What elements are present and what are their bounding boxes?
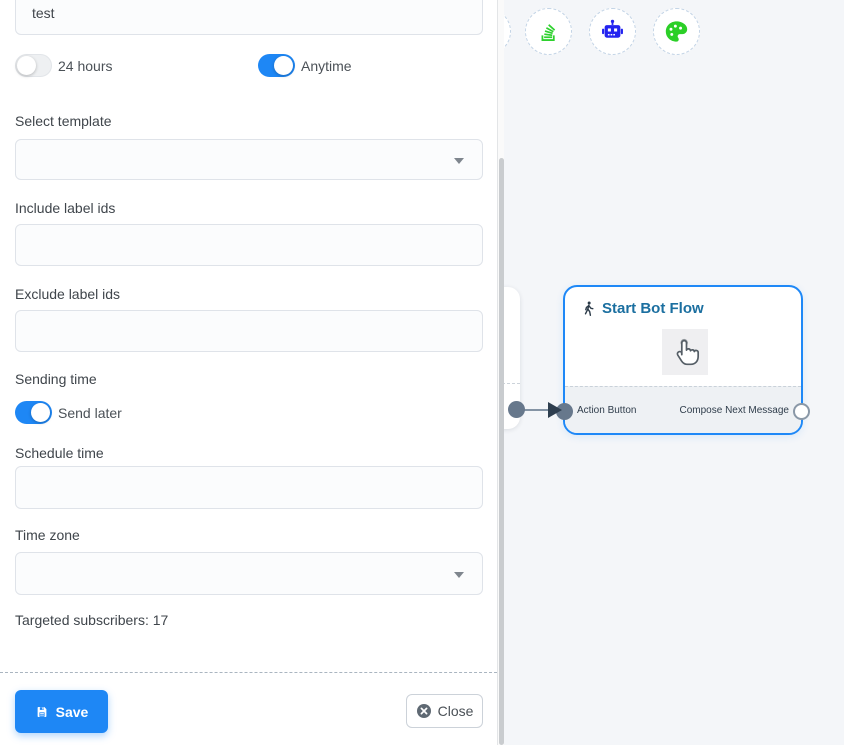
send-later-toggle[interactable] xyxy=(15,401,52,424)
node-header: Start Bot Flow xyxy=(565,287,801,317)
circle-x-icon xyxy=(416,703,432,719)
schedule-time-label: Schedule time xyxy=(15,445,104,461)
schedule-time-input[interactable] xyxy=(15,466,483,509)
include-label-ids-label: Include label ids xyxy=(15,200,115,216)
chevron-down-icon xyxy=(454,158,464,164)
output-port[interactable] xyxy=(793,403,810,420)
connection-arrowhead xyxy=(548,402,562,418)
save-button[interactable]: Save xyxy=(15,690,108,733)
compose-next-message-port-label: Compose Next Message xyxy=(680,405,790,416)
toolbar-stack-overflow-button[interactable] xyxy=(525,8,572,55)
floppy-disk-icon xyxy=(35,705,49,719)
24-hours-label: 24 hours xyxy=(58,58,112,74)
exclude-label-ids-label: Exclude label ids xyxy=(15,286,120,302)
broadcast-name-input[interactable] xyxy=(15,0,483,35)
node-footer: Action Button Compose Next Message xyxy=(565,386,801,433)
flow-canvas[interactable]: Start Bot Flow Action Button Compose Nex… xyxy=(504,0,844,745)
panel-scrollbar[interactable] xyxy=(497,0,504,745)
chevron-down-icon xyxy=(454,572,464,578)
targeted-subscribers-text: Targeted subscribers: 17 xyxy=(15,612,168,628)
person-walking-icon xyxy=(581,301,596,317)
node-title: Start Bot Flow xyxy=(602,300,704,317)
select-template-dropdown[interactable] xyxy=(15,139,483,180)
toolbar-circle-hidden[interactable] xyxy=(504,8,511,55)
anytime-toggle[interactable] xyxy=(258,54,295,77)
24-hours-toggle[interactable] xyxy=(15,54,52,77)
anytime-label: Anytime xyxy=(301,58,352,74)
palette-icon xyxy=(663,18,690,45)
broadcast-settings-panel: 24 hours Anytime Select template Include… xyxy=(0,0,497,745)
toggle-knob xyxy=(31,403,50,422)
time-zone-label: Time zone xyxy=(15,527,80,543)
robot-icon xyxy=(599,18,626,45)
sending-time-label: Sending time xyxy=(15,371,97,387)
app-root: 24 hours Anytime Select template Include… xyxy=(0,0,844,745)
toolbar-bot-button[interactable] xyxy=(589,8,636,55)
save-button-label: Save xyxy=(56,704,89,720)
send-later-label: Send later xyxy=(58,405,122,421)
toolbar-theme-button[interactable] xyxy=(653,8,700,55)
exclude-label-ids-input[interactable] xyxy=(15,310,483,352)
toggle-knob xyxy=(274,56,293,75)
close-button[interactable]: Close xyxy=(406,694,483,728)
select-template-label: Select template xyxy=(15,113,112,129)
hand-pointer-cursor xyxy=(662,329,708,375)
connection-start-dot[interactable] xyxy=(508,401,525,418)
action-button-port-label: Action Button xyxy=(577,405,636,416)
toggle-knob xyxy=(17,56,36,75)
time-zone-dropdown[interactable] xyxy=(15,552,483,595)
close-button-label: Close xyxy=(438,703,474,719)
start-bot-flow-node[interactable]: Start Bot Flow Action Button Compose Nex… xyxy=(563,285,803,435)
stack-overflow-icon xyxy=(536,19,562,45)
footer-divider xyxy=(0,672,497,673)
include-label-ids-input[interactable] xyxy=(15,224,483,266)
